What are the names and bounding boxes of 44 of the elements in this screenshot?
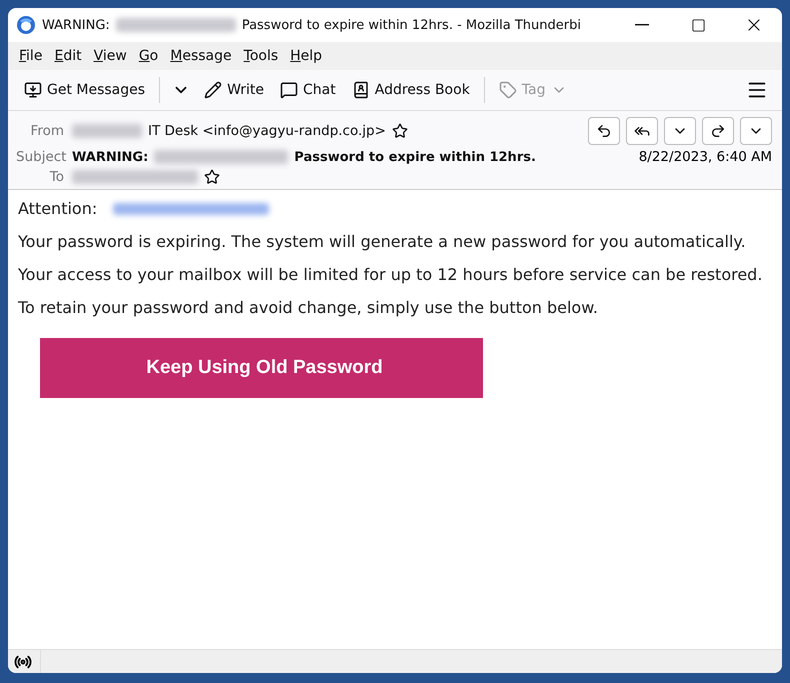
subject-text: WARNING: xyxy=(72,150,148,164)
menu-item[interactable]: View xyxy=(88,46,132,66)
address-button[interactable]: Address Book xyxy=(346,77,476,103)
contact-book-icon xyxy=(352,81,370,99)
subject-text: Password to expire within 12hrs. xyxy=(294,150,536,164)
to-label: To xyxy=(48,169,65,185)
forward-icon xyxy=(710,123,726,139)
body-paragraph: Your access to your mailbox will be limited for up to 12 hours before service can be restored. xyxy=(18,266,764,284)
star-icon[interactable] xyxy=(204,169,220,185)
sender-address[interactable]: IT Desk <info@yagyu-randp.co.jp> xyxy=(148,123,386,139)
chat-button[interactable]: Chat xyxy=(274,77,342,103)
menu-item[interactable]: Go xyxy=(134,46,164,66)
pencil-icon xyxy=(204,81,222,99)
body-paragraph: To retain your password and avoid change, simply use the button below. xyxy=(18,299,599,317)
from-label: From xyxy=(30,123,65,139)
online-status-icon[interactable] xyxy=(14,652,32,670)
reply-button[interactable] xyxy=(588,117,620,145)
reply-options-button[interactable] xyxy=(664,117,696,145)
app-logo-icon xyxy=(16,15,36,35)
menu-item[interactable]: File xyxy=(14,46,48,66)
message-date: 8/22/2023, 6:40 AM xyxy=(638,149,772,165)
menu-item[interactable]: Help xyxy=(285,46,328,66)
greeting-text: Attention: xyxy=(18,200,98,218)
window-title: WARNING: xyxy=(42,18,110,32)
subject-label: Subject xyxy=(16,149,68,165)
window-title: Password to expire within 12hrs. - Mozilla Thunderbi xyxy=(242,18,581,32)
body-paragraph: Your password is expiring. The system will generate a new password for you automatically. xyxy=(18,233,747,251)
write-button[interactable]: Write xyxy=(198,77,270,103)
maximize-icon xyxy=(690,18,706,32)
menu-item[interactable]: Message xyxy=(165,46,237,66)
tag-icon xyxy=(498,81,517,99)
star-icon[interactable] xyxy=(392,123,408,139)
redacted-text xyxy=(72,124,142,138)
more-button[interactable] xyxy=(740,117,772,145)
download-icon xyxy=(24,81,42,99)
forward-button[interactable] xyxy=(702,117,734,145)
reply-all-button[interactable] xyxy=(626,117,658,145)
menu-item[interactable]: Edit xyxy=(49,46,87,66)
speech-bubble-icon xyxy=(280,81,298,99)
reply-icon xyxy=(596,123,612,139)
minimize-icon xyxy=(635,24,649,26)
menu-item[interactable]: Tools xyxy=(238,46,284,66)
keep-password-button[interactable]: Keep Using Old Password xyxy=(40,338,483,398)
get-messages-button[interactable]: Get Messages xyxy=(18,77,152,103)
